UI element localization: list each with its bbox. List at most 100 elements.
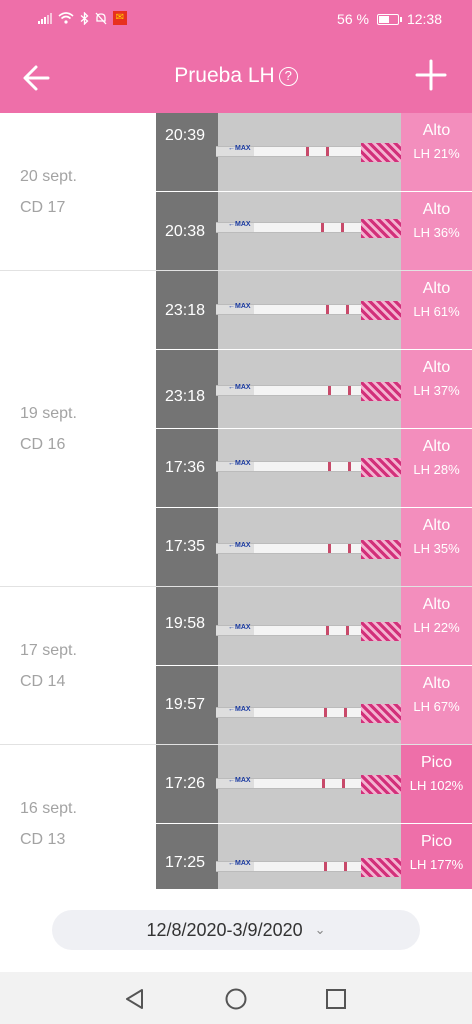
day-group: 19 sept. CD 16 ←MAX 23:18 Alto LH 61% ←MAX 23:1…: [0, 271, 472, 587]
lh-percent: LH 36%: [413, 225, 460, 240]
app-bar: Prueba LH?: [0, 40, 472, 113]
test-strip: ←MAX: [216, 540, 401, 559]
test-line: [328, 462, 331, 471]
notification-app-icon: ✉: [113, 11, 127, 25]
strip-max-label: ←MAX: [228, 460, 251, 467]
test-line: [328, 544, 331, 553]
strip-max-label: ←MAX: [228, 542, 251, 549]
test-time: 17:36: [165, 459, 206, 476]
strip-max-label: ←MAX: [228, 860, 251, 867]
test-strip: ←MAX: [216, 458, 401, 477]
battery-icon: [376, 13, 402, 25]
status-right: 56 % 12:38: [337, 11, 442, 27]
lh-result-badge: Pico LH 102%: [401, 745, 472, 823]
test-time: 19:58: [165, 615, 206, 632]
test-time: 23:18: [165, 388, 206, 405]
lh-level: Alto: [422, 596, 451, 613]
day-label: 16 sept. CD 13: [20, 793, 77, 855]
lh-result-badge: Alto LH 22%: [401, 587, 472, 665]
cycle-day: CD 17: [20, 199, 66, 216]
test-photo: ←MAX 17:25: [156, 824, 401, 889]
test-entry[interactable]: ←MAX 17:25 Pico LH 177%: [156, 824, 472, 889]
test-time: 20:39: [165, 127, 206, 144]
control-line: [344, 862, 347, 871]
nav-back-icon[interactable]: [122, 986, 148, 1012]
test-entry[interactable]: ←MAX 23:18 Alto LH 37%: [156, 350, 472, 428]
test-entry[interactable]: ←MAX 19:58 Alto LH 22%: [156, 587, 472, 665]
day-group: 20 sept. CD 17 ←MAX 20:39 Alto LH 21% ←MAX 20:3…: [0, 113, 472, 271]
strip-wrapper: [361, 540, 401, 559]
day-group: 16 sept. CD 13 ←MAX 17:26 Pico LH 102% ←MAX 17:…: [0, 745, 472, 889]
day-label: 20 sept. CD 17: [20, 161, 77, 223]
page-title-text: Prueba LH: [174, 64, 275, 87]
date-range-selector[interactable]: 12/8/2020-3/9/2020 ⌄: [52, 910, 420, 950]
lh-result-badge: Alto LH 67%: [401, 666, 472, 744]
lh-level: Alto: [422, 438, 451, 455]
test-line: [306, 147, 309, 156]
test-list[interactable]: 20 sept. CD 17 ←MAX 20:39 Alto LH 21% ←MAX 20:3…: [0, 113, 472, 889]
lh-percent: LH 177%: [409, 857, 464, 872]
test-entry[interactable]: ←MAX 17:36 Alto LH 28%: [156, 429, 472, 507]
lh-level: Alto: [422, 359, 451, 376]
strip-max-label: ←MAX: [228, 145, 251, 152]
bluetooth-icon: [80, 11, 89, 25]
test-entry[interactable]: ←MAX 20:39 Alto LH 21%: [156, 113, 472, 191]
lh-level: Alto: [422, 122, 451, 139]
control-line: [341, 223, 344, 232]
lh-level: Alto: [422, 675, 451, 692]
strip-max-label: ←MAX: [228, 221, 251, 228]
control-line: [348, 386, 351, 395]
add-icon[interactable]: [414, 58, 448, 92]
lh-percent: LH 22%: [413, 620, 460, 635]
test-entry[interactable]: ←MAX 17:26 Pico LH 102%: [156, 745, 472, 823]
lh-level: Alto: [422, 201, 451, 218]
page-title: Prueba LH?: [0, 64, 472, 88]
strip-max-label: ←MAX: [228, 706, 251, 713]
lh-percent: LH 102%: [409, 778, 464, 793]
control-line: [346, 305, 349, 314]
strip-wrapper: [361, 382, 401, 401]
test-strip: ←MAX: [216, 301, 401, 320]
test-strip: ←MAX: [216, 622, 401, 641]
lh-percent: LH 61%: [413, 304, 460, 319]
control-line: [348, 544, 351, 553]
signal-icon: [38, 12, 52, 24]
test-photo: ←MAX 19:58: [156, 587, 401, 665]
chevron-down-icon: ⌄: [314, 922, 326, 937]
test-time: 23:18: [165, 302, 206, 319]
test-line: [321, 223, 324, 232]
control-line: [348, 462, 351, 471]
control-line: [344, 708, 347, 717]
nav-home-icon[interactable]: [223, 986, 249, 1012]
test-time: 17:26: [165, 775, 206, 792]
test-entry[interactable]: ←MAX 19:57 Alto LH 67%: [156, 666, 472, 744]
lh-percent: LH 67%: [413, 699, 460, 714]
lh-percent: LH 35%: [413, 541, 460, 556]
lh-percent: LH 28%: [413, 462, 460, 477]
test-entry[interactable]: ←MAX 20:38 Alto LH 36%: [156, 192, 472, 270]
day-group: 17 sept. CD 14 ←MAX 19:58 Alto LH 22% ←MAX 19:5…: [0, 587, 472, 745]
strip-max-label: ←MAX: [228, 624, 251, 631]
date-range-text: 12/8/2020-3/9/2020: [146, 920, 303, 940]
test-line: [326, 626, 329, 635]
strip-max-label: ←MAX: [228, 777, 251, 784]
test-line: [326, 305, 329, 314]
strip-wrapper: [361, 622, 401, 641]
lh-result-badge: Pico LH 177%: [401, 824, 472, 889]
lh-result-badge: Alto LH 21%: [401, 113, 472, 191]
nav-recents-icon[interactable]: [323, 986, 349, 1012]
day-label: 19 sept. CD 16: [20, 398, 77, 460]
battery-fill: [378, 15, 389, 23]
day-date: 20 sept.: [20, 168, 77, 185]
test-strip: ←MAX: [216, 219, 401, 238]
cycle-day: CD 16: [20, 436, 66, 453]
cycle-day: CD 13: [20, 831, 66, 848]
test-strip: ←MAX: [216, 704, 401, 723]
help-icon[interactable]: ?: [278, 67, 298, 86]
test-entry[interactable]: ←MAX 23:18 Alto LH 61%: [156, 271, 472, 349]
test-line: [322, 779, 325, 788]
lh-result-badge: Alto LH 37%: [401, 350, 472, 428]
test-entry[interactable]: ←MAX 17:35 Alto LH 35%: [156, 508, 472, 586]
strip-wrapper: [361, 704, 401, 723]
lh-percent: LH 37%: [413, 383, 460, 398]
